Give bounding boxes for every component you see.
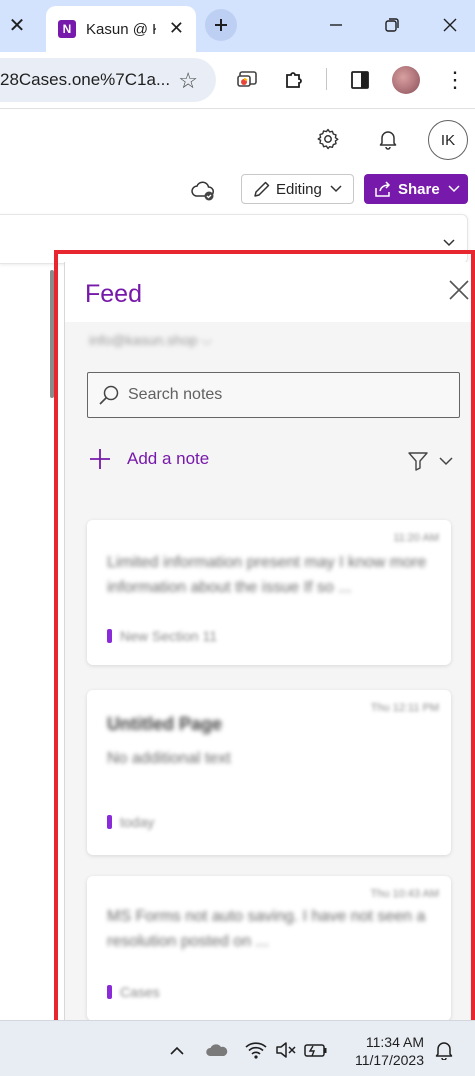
close-icon <box>443 18 457 32</box>
section-name: today <box>120 814 155 830</box>
note-time: 11:20 AM <box>393 532 439 544</box>
windows-taskbar: 11:34 AM 11/17/2023 <box>0 1020 475 1076</box>
section-name: Cases <box>120 984 160 1000</box>
onenote-icon: N <box>58 20 76 38</box>
address-bar[interactable]: 28Cases.one%7C1a... ☆ <box>0 58 216 102</box>
plus-icon <box>90 449 110 469</box>
search-icon <box>99 385 119 405</box>
share-button[interactable]: Share <box>364 174 468 204</box>
add-note-button[interactable]: Add a note <box>89 448 209 470</box>
star-icon[interactable]: ☆ <box>178 68 198 94</box>
system-clock[interactable]: 11:34 AM 11/17/2023 <box>344 1033 424 1069</box>
window-close-button[interactable] <box>430 10 470 40</box>
section-color-marker <box>107 629 112 643</box>
more-icon[interactable]: ⋮ <box>444 66 466 94</box>
search-input[interactable] <box>128 386 428 404</box>
clock-time: 11:34 AM <box>365 1034 424 1050</box>
note-time: Thu 12:11 PM <box>370 702 439 714</box>
toolbar-separator <box>326 68 327 90</box>
editing-label: Editing <box>276 180 322 198</box>
tab-title: Kasun @ K <box>86 20 156 38</box>
user-avatar[interactable]: IK <box>428 120 468 160</box>
note-title: Untitled Page <box>107 714 223 734</box>
minimize-button[interactable] <box>316 10 356 40</box>
note-section: Cases <box>107 984 160 1000</box>
note-section: today <box>107 814 154 830</box>
plus-icon <box>215 19 227 31</box>
side-panel-icon[interactable] <box>348 68 372 92</box>
onedrive-icon[interactable] <box>204 1039 230 1061</box>
url-text: 28Cases.one%7C1a... <box>0 70 171 89</box>
restore-icon <box>385 18 399 32</box>
account-email: info@kasun.shop <box>89 332 198 348</box>
battery-icon[interactable] <box>304 1039 328 1061</box>
cast-icon[interactable] <box>236 68 260 92</box>
share-label: Share <box>398 180 440 198</box>
note-card[interactable]: Thu 12:11 PM Untitled Page No additional… <box>87 690 451 855</box>
note-section: New Section 11 <box>107 628 217 644</box>
feed-panel: Feed info@kasun.shop ⌵ Add a note 11:20 … <box>64 262 475 1022</box>
chevron-down-icon <box>439 456 453 465</box>
new-tab-button[interactable] <box>205 9 237 41</box>
cloud-sync-icon <box>191 181 214 201</box>
note-card[interactable]: 11:20 AM Limited information present may… <box>87 520 451 665</box>
tab-close-icon[interactable]: ✕ <box>169 18 184 39</box>
note-body: MS Forms not auto saving. I have not see… <box>107 908 426 950</box>
feed-scrollbar[interactable] <box>470 322 475 1022</box>
note-body: Limited information present may I know m… <box>107 554 427 596</box>
add-note-label: Add a note <box>127 449 210 468</box>
section-color-marker <box>107 815 112 829</box>
section-color-marker <box>107 985 112 999</box>
share-icon <box>375 181 391 197</box>
browser-tab-active[interactable]: N Kasun @ K ✕ <box>46 6 196 52</box>
ribbon-bar <box>0 214 468 264</box>
close-icon[interactable]: ✕ <box>0 10 34 40</box>
filter-button[interactable] <box>407 450 453 472</box>
chevron-up-icon[interactable] <box>166 1039 188 1061</box>
note-body: No additional text <box>107 750 231 767</box>
filter-icon <box>408 452 428 471</box>
volume-muted-icon[interactable] <box>275 1039 297 1061</box>
browser-toolbar: 28Cases.one%7C1a... ☆ ⋮ <box>0 52 475 108</box>
page-scrollbar[interactable] <box>50 270 54 398</box>
settings-icon[interactable] <box>316 127 340 151</box>
chevron-down-icon <box>330 185 342 193</box>
header-divider <box>0 108 475 109</box>
bell-icon[interactable] <box>376 127 400 151</box>
editing-mode-button[interactable]: Editing <box>241 174 354 204</box>
feed-header: Feed <box>65 262 475 322</box>
account-selector[interactable]: info@kasun.shop ⌵ <box>89 332 212 349</box>
notification-bell-icon[interactable] <box>433 1039 455 1061</box>
wifi-icon[interactable] <box>245 1039 267 1061</box>
note-card[interactable]: Thu 10:43 AM MS Forms not auto saving. I… <box>87 876 451 1021</box>
note-time: Thu 10:43 AM <box>370 888 440 900</box>
section-name: New Section 11 <box>120 628 218 644</box>
feed-title: Feed <box>85 280 142 308</box>
minimize-icon <box>330 24 342 26</box>
close-icon[interactable] <box>447 278 471 302</box>
extensions-icon[interactable] <box>282 68 306 92</box>
clock-date: 11/17/2023 <box>354 1052 424 1068</box>
chevron-down-icon[interactable] <box>443 239 455 247</box>
profile-avatar[interactable] <box>392 66 420 94</box>
chevron-down-icon <box>448 185 460 193</box>
browser-tab-strip: ✕ N Kasun @ K ✕ <box>0 0 475 52</box>
pencil-icon <box>254 181 270 197</box>
search-box[interactable] <box>87 372 460 418</box>
restore-button[interactable] <box>372 10 412 40</box>
